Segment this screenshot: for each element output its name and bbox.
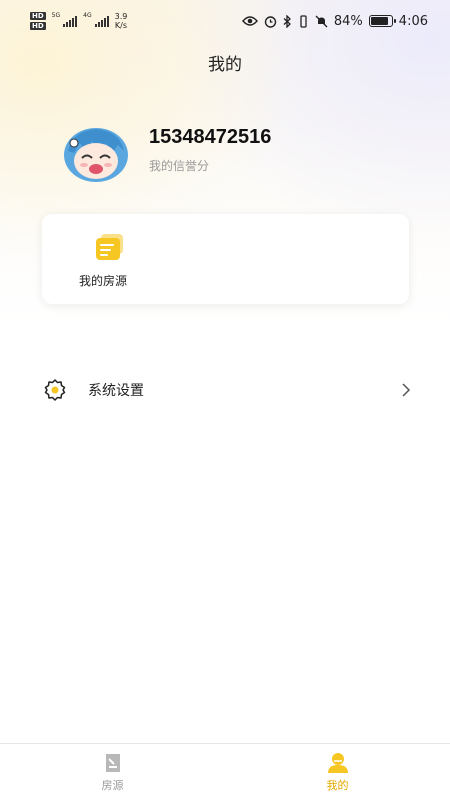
system-settings-label: 系统设置 [88,383,144,399]
bluetooth-icon [283,14,291,28]
network-type: 5G [51,12,61,19]
tab-listings-label: 房源 [101,779,124,792]
notes-icon [96,234,123,260]
credit-score-link[interactable]: 我的信誉分 [149,157,209,174]
tab-mine-label: 我的 [326,779,349,792]
user-icon [327,753,348,773]
mute-bell-icon [315,15,328,27]
my-listings-label: 我的房源 [78,274,127,288]
bottom-tab-bar: 房源 我的 [0,743,450,800]
my-listings-button[interactable]: 我的房源 [72,230,134,289]
battery-icon [368,15,396,27]
page-title: 我的 [208,55,242,75]
tab-mine[interactable]: 我的 [225,744,450,800]
clock: 4:06 [398,13,428,29]
status-left: HD HD 5G 4G 3.9 K/s [30,12,127,30]
hd-badge: HD [30,22,46,30]
signal-icon [94,15,109,27]
avatar[interactable] [62,125,130,183]
gear-icon [44,379,66,401]
quick-actions-card: 我的房源 [42,214,409,304]
vibrate-icon [300,14,307,28]
battery-percent: 84% [333,13,363,29]
signal-icon [63,15,78,27]
eye-icon [241,16,258,26]
network-speed: 3.9 K/s [115,12,128,30]
hd-indicators: HD HD [30,12,46,30]
status-bar: HD HD 5G 4G 3.9 K/s 84% 4:06 [0,0,450,42]
status-right: 84% 4:06 [241,13,428,29]
user-phone: 15348472516 [149,126,272,148]
network-type: 4G [83,12,92,19]
alarm-icon [264,15,277,28]
speed-value: 3.9 [114,12,128,21]
hd-badge: HD [30,12,46,20]
chevron-right-icon [402,383,411,397]
tab-listings[interactable]: 房源 [0,744,225,800]
system-settings-row[interactable]: 系统设置 [42,370,412,410]
document-icon [105,754,120,772]
speed-unit: K/s [114,21,128,30]
